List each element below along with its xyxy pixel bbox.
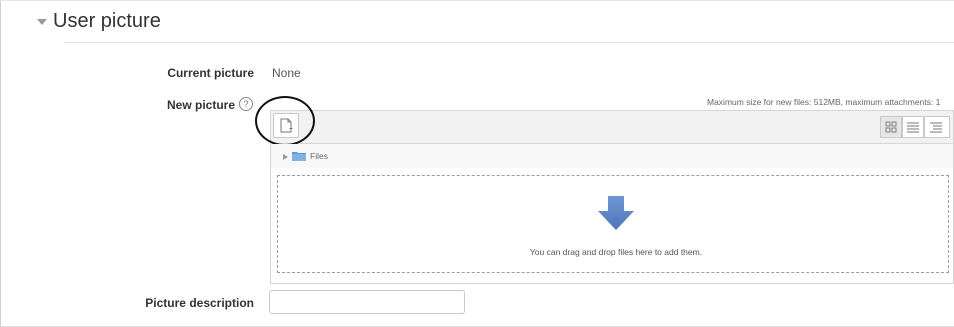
tree-view-button[interactable] (924, 116, 950, 138)
picture-description-input[interactable] (269, 290, 465, 314)
picture-description-label: Picture description (145, 296, 254, 310)
path-expand-caret-icon[interactable] (283, 154, 288, 160)
question-circle-icon[interactable]: ? (239, 97, 253, 111)
frame-left-border (0, 0, 1, 327)
frame-top-border (0, 0, 954, 1)
folder-icon (292, 152, 306, 161)
new-picture-label: New picture (166, 98, 235, 112)
list-view-button[interactable] (902, 116, 924, 138)
list-view-icon (907, 122, 919, 133)
grid-view-button[interactable] (880, 116, 902, 138)
current-picture-value: None (272, 66, 301, 80)
current-picture-label: Current picture (167, 66, 254, 80)
section-title: User picture (53, 10, 161, 32)
collapse-caret-icon[interactable] (37, 18, 47, 25)
section-divider (64, 42, 954, 43)
tree-view-icon (930, 122, 942, 133)
max-size-info: Maximum size for new files: 512MB, maxim… (707, 97, 941, 107)
filepicker-toolbar (270, 110, 954, 144)
down-arrow-icon (598, 196, 634, 230)
filepicker-path-bar (270, 144, 954, 168)
path-label-files[interactable]: Files (310, 151, 328, 161)
drop-zone-text: You can drag and drop files here to add … (529, 247, 703, 257)
section-header-user-picture[interactable]: User picture (37, 10, 161, 33)
annotation-circle (255, 96, 315, 146)
grid-view-icon (885, 121, 897, 133)
